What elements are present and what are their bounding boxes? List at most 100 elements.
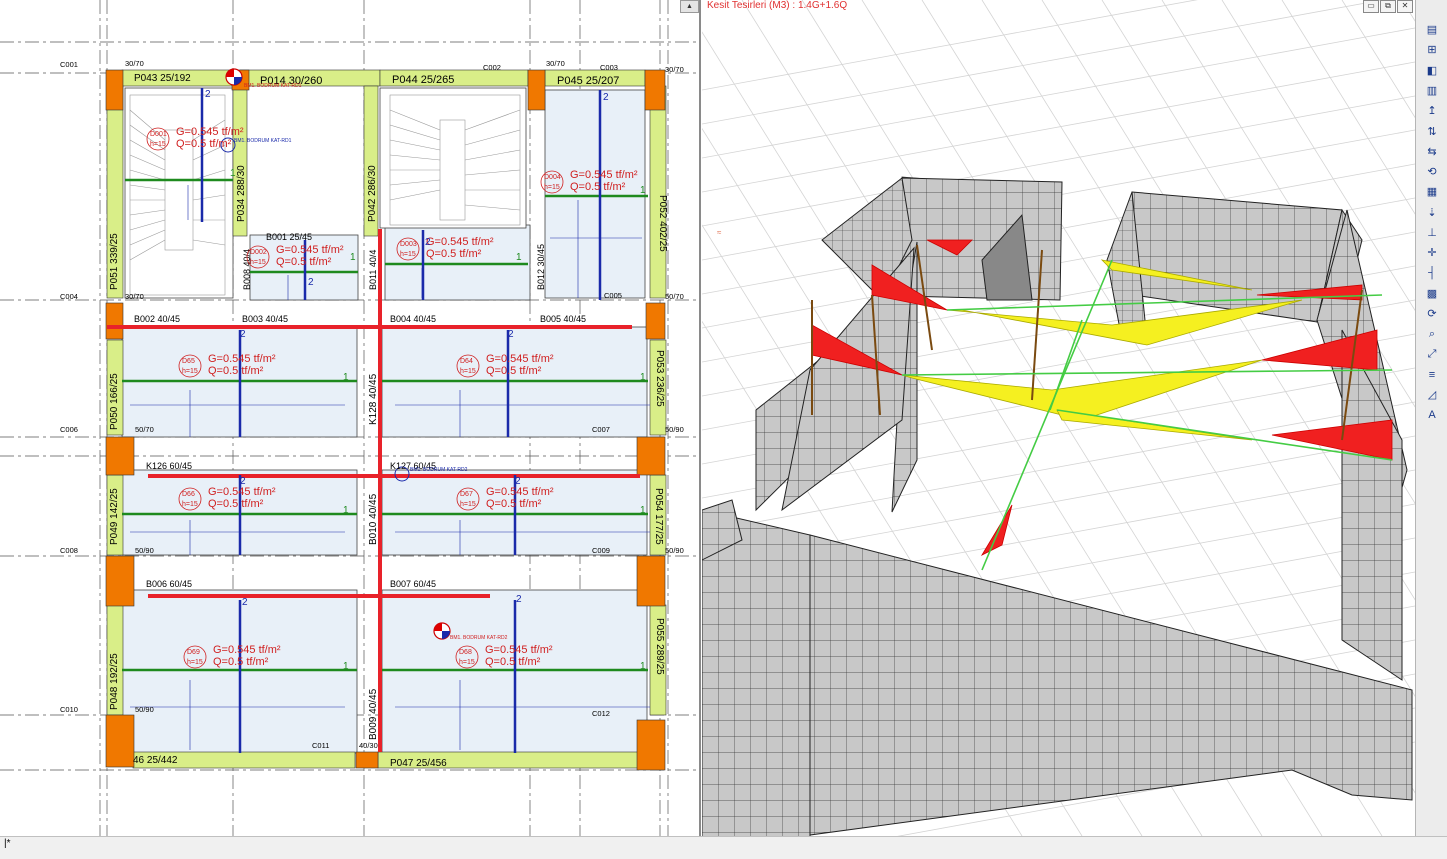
axis-label: C003 [600,63,618,72]
text-icon[interactable]: A [1421,408,1443,423]
3d-drawing[interactable]: ≈ [702,0,1415,836]
member-icon[interactable]: ┤ [1421,266,1443,281]
slab-thickness: h=15 [460,368,476,375]
plan-drawing[interactable]: C001 C002 C003 C004 C005 C006 C007 C008 C009 C010… [0,0,699,836]
rebar-icon[interactable]: ≡ [1421,367,1443,382]
slab-thickness: h=15 [460,501,476,508]
view-title: Kesit Tesirleri (M3) : 1.4G+1.6Q [707,0,848,11]
span-number: 1 [343,661,349,672]
beam-label: K128 40/45 [368,373,379,425]
dead-load: G=0.545 tf/m² [176,126,244,138]
slab-thickness: h=15 [459,659,475,666]
column-label: 50/70 [665,292,684,301]
span-number: 2 [240,476,246,487]
plan-view[interactable]: C001 C002 C003 C004 C005 C006 C007 C008 C009 C010… [0,0,701,836]
rotate-icon[interactable]: ⟳ [1421,306,1443,321]
axis-label: C002 [483,63,501,72]
span-number: 1 [516,252,522,263]
column-label: 40/30 [359,741,378,750]
restore-button[interactable]: ⧉ [1380,0,1396,13]
beam-label: B006 60/45 [146,579,192,589]
beam-label: P051 339/25 [109,233,120,290]
dead-load: G=0.545 tf/m² [276,244,344,256]
dead-load: G=0.545 tf/m² [208,353,276,365]
moment-icon[interactable]: ↥ [1421,103,1443,118]
grid-icon[interactable]: ▩ [1421,286,1443,301]
live-load: Q=0.5 tf/m² [276,256,332,268]
slab-id: D003 [400,241,417,248]
slab-thickness: h=15 [544,184,560,191]
column-icon[interactable]: ◧ [1421,63,1443,78]
beam-label: K126 60/45 [146,461,192,471]
beam-label: P042 286/30 [367,165,378,222]
slab-thickness: h=15 [182,368,198,375]
live-load: Q=0.5 tf/m² [176,138,232,150]
live-load: Q=0.5 tf/m² [485,656,541,668]
marker-label: BM1. BODRUM KAT-RD1 [234,138,292,144]
wall-icon[interactable]: ▥ [1421,83,1443,98]
beam-icon[interactable]: ⊞ [1421,42,1443,57]
3d-view[interactable]: ≈ Kesit Tesirleri (M3) : 1.4G+1.6Q ▭ ⧉ ✕ [702,0,1415,836]
axis-label: C005 [604,291,622,300]
close-button[interactable]: ✕ [1397,0,1413,13]
torsion-icon[interactable]: ⟲ [1421,164,1443,179]
span-number: 2 [308,277,314,288]
dead-load: G=0.545 tf/m² [486,353,554,365]
axis-label: C008 [60,546,78,555]
beam-label: P053 236/25 [654,350,665,407]
axis-label: C006 [60,425,78,434]
slab-id: D68 [459,649,472,656]
beam-label: P055 289/25 [654,618,665,675]
scroll-up-button[interactable]: ▲ [680,0,699,13]
span-number: 1 [640,372,646,383]
span-number: 2 [516,594,522,605]
slab-id: D002 [250,249,267,256]
minimize-button[interactable]: ▭ [1363,0,1379,13]
slab-icon[interactable]: ▦ [1421,184,1443,199]
beam-label: P048 192/25 [109,653,120,710]
axis-label: C007 [592,425,610,434]
slab-thickness: h=15 [182,501,198,508]
slab-id: D69 [187,649,200,656]
node-icon[interactable]: ✛ [1421,245,1443,260]
span-number: 2 [240,329,246,340]
live-load: Q=0.5 tf/m² [208,498,264,510]
slab-id: D001 [150,131,167,138]
live-load: Q=0.5 tf/m² [486,365,542,377]
beam-label: P043 25/192 [134,73,191,84]
slab-thickness: h=15 [400,251,416,258]
dead-load: G=0.545 tf/m² [426,236,494,248]
live-load: Q=0.5 tf/m² [570,181,626,193]
axial-icon[interactable]: ⇆ [1421,144,1443,159]
slab-id: D004 [544,174,561,181]
dead-load: G=0.545 tf/m² [208,486,276,498]
beam-label: P054 177/25 [653,488,664,545]
dead-load: G=0.545 tf/m² [486,486,554,498]
fit-icon[interactable]: ⤢ [1421,347,1443,362]
slab-thickness: h=15 [250,259,266,266]
beam-label: P034 288/30 [236,165,247,222]
beam-label: 46 25/442 [133,755,178,766]
live-load: Q=0.5 tf/m² [486,498,542,510]
axis-label: C004 [60,292,78,301]
shear-icon[interactable]: ⇅ [1421,124,1443,139]
status-text: |* [4,838,11,849]
beam-label: B007 60/45 [390,579,436,589]
column-label: 50/70 [135,425,154,434]
vertical-toolbar: ▤ ⊞ ◧ ▥ ↥ ⇅ ⇆ ⟲ ▦ ⇣ ⊥ ✛ ┤ ▩ ⟳ ⌕ ⤢ ≡ ◿ A [1415,0,1447,836]
slab-id: D65 [182,358,195,365]
slab-thickness: h=15 [150,141,166,148]
beam-label: B004 40/45 [390,314,436,324]
zoom-icon[interactable]: ⌕ [1421,327,1443,342]
span-number: 1 [640,185,646,196]
beam-label: B010 40/45 [368,493,379,545]
support-icon[interactable]: ⊥ [1421,225,1443,240]
beam-label: B012 30/45 [536,244,546,290]
diagram-icon[interactable]: ◿ [1421,387,1443,402]
load-icon[interactable]: ⇣ [1421,205,1443,220]
section-icon[interactable]: ▤ [1421,22,1443,37]
span-number: 1 [640,505,646,516]
axis-label: C009 [592,546,610,555]
span-number: 1 [350,252,356,263]
span-number: 1 [640,661,646,672]
